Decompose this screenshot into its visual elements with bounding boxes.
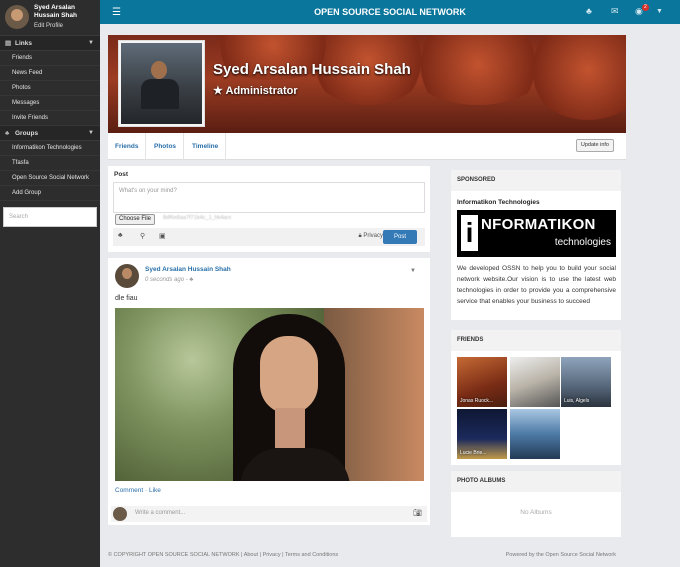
sponsored-title[interactable]: Informatikon Technologies: [457, 199, 540, 206]
photo-icon[interactable]: ▣: [159, 232, 166, 240]
footer-powered[interactable]: Powered by the Open Source Social Networ…: [506, 552, 616, 558]
location-icon[interactable]: ⚲: [140, 232, 145, 240]
edit-profile-link[interactable]: Edit Profile: [34, 23, 63, 29]
profile-name: Syed Arsalan Hussain Shah: [213, 61, 411, 78]
star-icon: ★: [213, 85, 226, 97]
chevron-down-icon[interactable]: ▼: [410, 268, 416, 274]
sidebar-item-news-feed[interactable]: News Feed: [0, 66, 100, 81]
update-info-button[interactable]: Update info: [575, 139, 614, 152]
like-link[interactable]: Like: [149, 487, 161, 494]
sidebar-item-invite-friends[interactable]: Invite Friends: [0, 111, 100, 126]
comment-input[interactable]: Write a comment...: [135, 510, 185, 516]
comment-link[interactable]: Comment: [115, 487, 143, 494]
friend-thumb[interactable]: Jonas Ruock...: [457, 357, 507, 407]
section-label: Groups: [15, 130, 39, 137]
tab-friends[interactable]: Friends: [108, 133, 147, 160]
site-title[interactable]: OPEN SOURCE SOCIAL NETWORK: [100, 7, 680, 17]
chevron-down-icon: ▼: [88, 130, 94, 136]
post-text: dle fiau: [115, 295, 138, 302]
footer-terms-link[interactable]: Terms and Conditions: [285, 552, 338, 558]
sponsored-description: We developed OSSN to help you to build y…: [457, 265, 616, 305]
choose-file-button[interactable]: Choose File: [115, 214, 156, 225]
post-label: Post: [114, 171, 129, 178]
footer-privacy-link[interactable]: Privacy: [263, 552, 281, 558]
post-time: 0 seconds ago - ♣: [145, 277, 194, 283]
friend-name: Luis, Algels: [564, 398, 590, 404]
topbar: ☰ OPEN SOURCE SOCIAL NETWORK ♣ ✉ ◉ 2 ▼: [100, 0, 680, 24]
sidebar-user: Syed Arsalan Hussain Shah Edit Profile: [0, 0, 100, 36]
friend-name: Lucie Brie...: [460, 450, 487, 456]
friends-header: FRIENDS: [451, 330, 621, 351]
friend-requests-icon[interactable]: ♣: [586, 6, 592, 16]
friend-thumb[interactable]: Lucie Brie...: [457, 409, 507, 459]
wall-post: Syed Arsalan Hussain Shah 0 seconds ago …: [108, 258, 430, 525]
footer-about-link[interactable]: About: [244, 552, 258, 558]
role-label: Administrator: [225, 85, 298, 97]
sidebar-group-tfasfa[interactable]: Tfasfa: [0, 156, 100, 171]
logo-word: NFORMATIKON: [481, 216, 596, 233]
comment-box: Write a comment... 📷︎: [111, 506, 427, 522]
avatar[interactable]: [5, 5, 29, 29]
tab-photos[interactable]: Photos: [147, 133, 185, 160]
tag-friends-icon[interactable]: ♣: [118, 232, 123, 239]
sidebar-user-name[interactable]: Syed Arsalan Hussain Shah: [34, 4, 94, 20]
sidebar-group-ossn[interactable]: Open Source Social Network: [0, 171, 100, 186]
groups-icon: ♣: [5, 130, 10, 137]
friends-panel: FRIENDS Jonas Ruock... Luis, Algels Luci…: [451, 330, 621, 465]
links-icon: ▤: [5, 40, 12, 47]
sidebar-add-group[interactable]: Add Group: [0, 186, 100, 201]
friend-name: Jonas Ruock...: [460, 398, 494, 404]
avatar: [113, 507, 127, 521]
friend-thumb[interactable]: [510, 357, 560, 407]
privacy-button[interactable]: 🔒︎ Privacy: [358, 233, 383, 240]
privacy-label: Privacy: [363, 233, 383, 239]
cover-photo: Syed Arsalan Hussain Shah ★ Administrato…: [108, 35, 626, 133]
sponsored-header: SPONSORED: [451, 170, 621, 191]
profile-photo[interactable]: [118, 40, 205, 127]
post-author[interactable]: Syed Arsalan Hussain Shah: [145, 266, 231, 273]
photo-albums-panel: PHOTO ALBUMS No Albums: [451, 471, 621, 537]
notification-badge: 2: [642, 4, 649, 11]
post-box: Post What's on your mind? Choose File 8d…: [108, 166, 430, 252]
sidebar-section-groups[interactable]: ♣ Groups ▼: [0, 126, 100, 141]
post-textarea[interactable]: What's on your mind?: [113, 182, 425, 213]
albums-header: PHOTO ALBUMS: [451, 471, 621, 492]
search-input[interactable]: Search: [3, 207, 97, 227]
post-actions: Comment · Like: [115, 487, 161, 494]
sidebar: Syed Arsalan Hussain Shah Edit Profile ▤…: [0, 0, 100, 567]
post-button[interactable]: Post: [383, 230, 417, 244]
sidebar-section-links[interactable]: ▤ Links ▼: [0, 36, 100, 51]
no-albums-text: No Albums: [520, 509, 552, 516]
tab-timeline[interactable]: Timeline: [185, 133, 227, 160]
section-label: Links: [15, 40, 32, 47]
sidebar-item-messages[interactable]: Messages: [0, 96, 100, 111]
footer: © COPYRIGHT OPEN SOURCE SOCIAL NETWORK |…: [108, 552, 616, 558]
friend-thumb[interactable]: Luis, Algels: [561, 357, 611, 407]
chevron-down-icon: ▼: [88, 40, 94, 46]
sponsored-panel: SPONSORED Informatikon Technologies i NF…: [451, 170, 621, 320]
friends-icon: ♣: [189, 277, 194, 283]
sidebar-item-friends[interactable]: Friends: [0, 51, 100, 66]
messages-icon[interactable]: ✉: [611, 6, 619, 17]
sponsored-logo[interactable]: i NFORMATIKON technologies: [457, 210, 616, 257]
post-time-text: 0 seconds ago: [145, 277, 185, 283]
post-image[interactable]: [115, 308, 424, 481]
post-toolbar: ♣ ⚲ ▣ 🔒︎ Privacy Post: [113, 228, 425, 246]
profile-tabs: Friends Photos Timeline Update info: [108, 133, 626, 160]
camera-icon[interactable]: 📷︎: [413, 509, 422, 517]
sidebar-group-informatikon[interactable]: Informatikon Technologies: [0, 141, 100, 156]
logo-sub: technologies: [554, 237, 611, 248]
file-name: 8df6e8aa7f71b4c_1_hk4arx: [163, 215, 232, 221]
friend-thumb[interactable]: [510, 409, 560, 459]
logo-letter: i: [461, 215, 478, 251]
footer-copyright: © COPYRIGHT OPEN SOURCE SOCIAL NETWORK: [108, 552, 240, 558]
sidebar-item-photos[interactable]: Photos: [0, 81, 100, 96]
profile-role: ★ Administrator: [213, 84, 298, 97]
chevron-down-icon[interactable]: ▼: [656, 8, 663, 15]
avatar[interactable]: [115, 264, 139, 288]
